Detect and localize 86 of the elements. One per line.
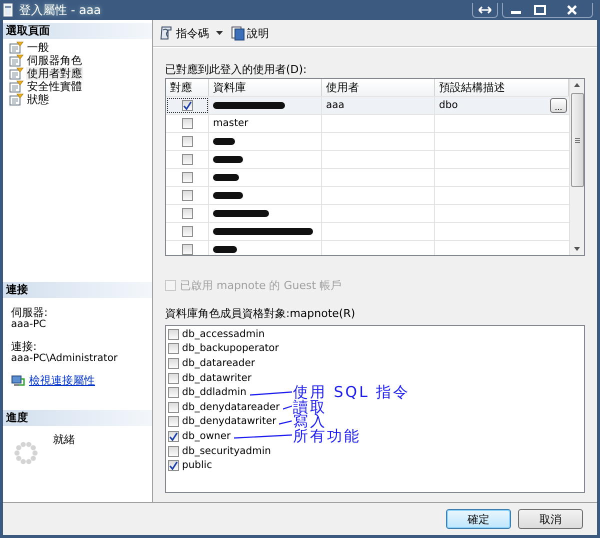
checkbox[interactable] bbox=[182, 244, 193, 255]
column-header[interactable]: 預設結構描述 bbox=[435, 79, 569, 96]
leader-line bbox=[250, 388, 292, 397]
table-row[interactable] bbox=[166, 205, 569, 223]
field-value: aaa-PC bbox=[10, 319, 48, 331]
role-name[interactable]: db_backupoperator bbox=[182, 343, 279, 354]
document-icon bbox=[230, 25, 245, 41]
page-icon bbox=[8, 41, 24, 54]
table-row[interactable] bbox=[166, 151, 569, 169]
scrollbar-thumb[interactable] bbox=[570, 93, 584, 187]
status-text: 就緒 bbox=[53, 432, 75, 448]
table-row[interactable] bbox=[166, 223, 569, 241]
checkbox[interactable] bbox=[182, 226, 193, 237]
checkbox[interactable] bbox=[182, 172, 193, 183]
checkbox[interactable] bbox=[168, 430, 179, 442]
annotation-text: 使用 SQL 指令 bbox=[293, 385, 410, 400]
leader-line bbox=[279, 418, 292, 426]
checkbox[interactable] bbox=[168, 343, 179, 354]
checkbox[interactable] bbox=[168, 328, 179, 340]
field-value: aaa-PC\Administrator bbox=[10, 353, 119, 365]
section-label: 資料庫角色成員資格對象:mapnote(R) bbox=[165, 307, 356, 320]
checkbox[interactable] bbox=[182, 190, 193, 201]
column-header[interactable]: 資料庫 bbox=[209, 79, 322, 96]
checkbox[interactable] bbox=[168, 416, 179, 428]
section-header: 選取頁面 bbox=[3, 23, 152, 39]
script-icon bbox=[159, 25, 174, 41]
window-icon bbox=[3, 3, 13, 17]
checkbox[interactable] bbox=[168, 460, 179, 472]
dialog-button[interactable]: 確定 bbox=[446, 509, 511, 529]
role-name[interactable]: db_datawriter bbox=[182, 372, 252, 384]
checkbox[interactable] bbox=[168, 402, 179, 413]
role-name[interactable]: db_denydatareader bbox=[182, 402, 280, 413]
checkbox[interactable] bbox=[182, 100, 193, 111]
column-header[interactable]: 對應 bbox=[166, 79, 209, 96]
annotation-text: 寫入 bbox=[293, 414, 327, 430]
dialog-button[interactable]: 取消 bbox=[518, 509, 583, 529]
caret-icon[interactable] bbox=[215, 30, 224, 36]
sidebar-item[interactable]: 一般 bbox=[26, 41, 50, 54]
section-label: 已對應到此登入的使用者(D): bbox=[165, 63, 308, 76]
window-title: 登入屬性 - aaa bbox=[19, 2, 102, 18]
leader-line bbox=[282, 403, 292, 412]
role-name[interactable]: db_ddladmin bbox=[182, 387, 247, 398]
table-cell-text: aaa bbox=[325, 99, 346, 113]
checkbox[interactable] bbox=[182, 118, 193, 129]
toolbar-button[interactable]: 指令碼 bbox=[159, 25, 209, 41]
table-cell: dbo bbox=[439, 100, 458, 111]
checkbox[interactable] bbox=[168, 358, 179, 369]
annotation-text: 所有功能 bbox=[293, 428, 361, 444]
role-name[interactable]: db_denydatawriter bbox=[182, 416, 276, 428]
role-name[interactable]: db_accessadmin bbox=[182, 328, 265, 340]
browse-button[interactable]: ... bbox=[550, 98, 567, 113]
section-header: 進度 bbox=[3, 410, 152, 426]
checkbox[interactable] bbox=[182, 154, 193, 165]
role-name[interactable]: public bbox=[182, 460, 212, 472]
table-cell-text: master bbox=[212, 117, 250, 131]
checkbox[interactable] bbox=[168, 446, 179, 457]
column-header[interactable]: 使用者 bbox=[322, 79, 435, 96]
field-label: 連接: bbox=[10, 341, 38, 353]
role-name[interactable]: db_securityadmin bbox=[182, 446, 271, 457]
field-label: 伺服器: bbox=[10, 307, 49, 319]
sidebar-item[interactable]: 伺服器角色 bbox=[26, 54, 83, 67]
table-row[interactable]: master bbox=[166, 115, 569, 133]
toolbar-button[interactable]: 說明 bbox=[230, 25, 269, 41]
leader-line bbox=[234, 432, 292, 440]
page-icon bbox=[8, 54, 24, 67]
page-icon bbox=[8, 67, 24, 80]
checkbox[interactable] bbox=[182, 136, 193, 147]
connection-icon bbox=[11, 374, 25, 388]
checkbox[interactable] bbox=[168, 372, 179, 384]
page-icon bbox=[8, 80, 24, 93]
sidebar-item[interactable]: 安全性實體 bbox=[26, 80, 83, 93]
section-header: 連接 bbox=[3, 282, 152, 298]
sidebar-item[interactable]: 狀態 bbox=[26, 93, 50, 106]
checkbox-label: 已啟用 mapnote 的 Guest 帳戶 bbox=[180, 278, 342, 293]
checkbox[interactable] bbox=[168, 387, 179, 398]
table-row[interactable]: aaa dbo ... bbox=[166, 97, 569, 115]
table-row[interactable] bbox=[166, 169, 569, 187]
page-icon bbox=[8, 93, 24, 106]
annotation-text: 讀取 bbox=[293, 400, 327, 415]
spinner-icon bbox=[13, 440, 39, 466]
sidebar-item[interactable]: 使用者對應 bbox=[26, 67, 83, 80]
table-row[interactable] bbox=[166, 187, 569, 205]
checkbox[interactable] bbox=[182, 208, 193, 219]
role-name[interactable]: db_datareader bbox=[182, 358, 256, 369]
properties-link[interactable]: 檢視連接屬性 bbox=[29, 373, 95, 388]
role-name[interactable]: db_owner bbox=[182, 430, 231, 442]
